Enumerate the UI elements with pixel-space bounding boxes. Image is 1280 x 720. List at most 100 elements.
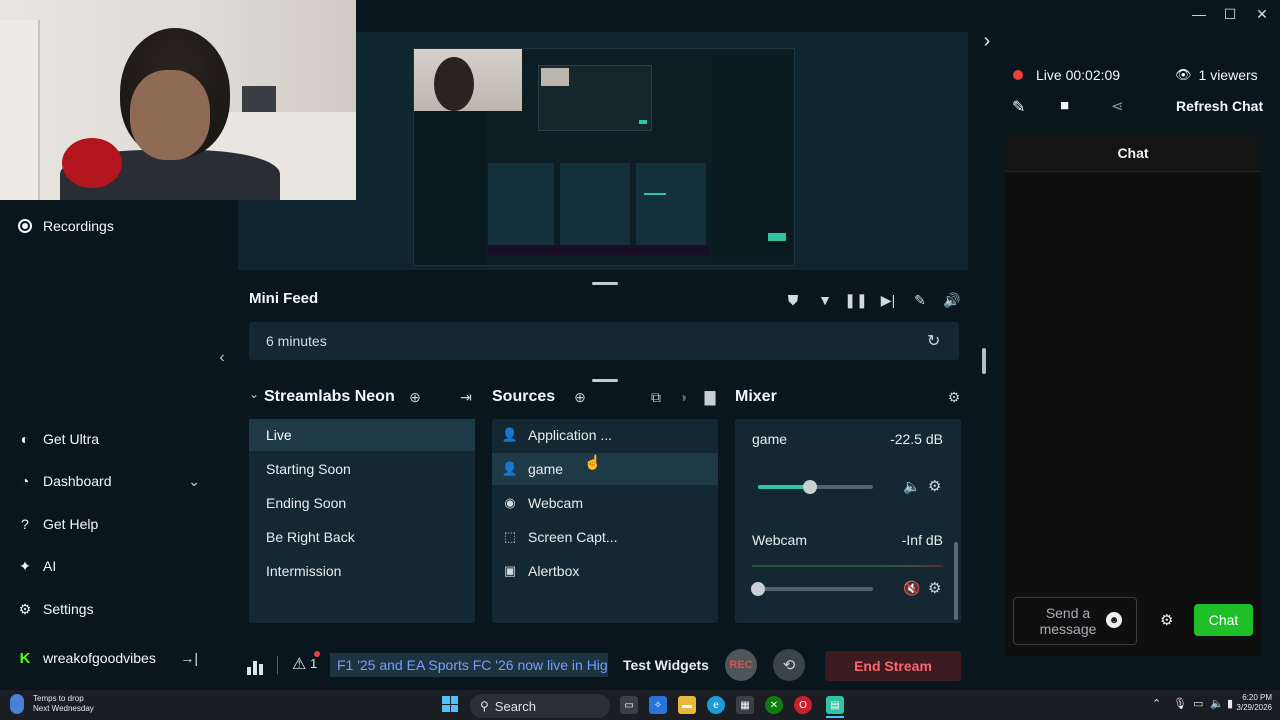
nav-item-ai[interactable]: ✦ AI [16,555,56,577]
opera-icon[interactable]: O [794,696,812,714]
replay-buffer-icon[interactable]: ⟲ [773,649,805,681]
webcam-overlay [0,0,356,200]
source-label: Application ... [528,427,613,443]
stats-icon[interactable] [247,655,265,675]
news-ticker[interactable]: F1 '25 and EA Sports FC '26 now live in … [330,653,608,677]
logout-icon[interactable]: →| [180,650,198,666]
weather-line-2: Next Wednesday [33,704,94,713]
mute-notifications-icon[interactable]: ✎ [910,290,930,310]
source-item-webcam[interactable]: ◉ Webcam [492,487,718,519]
task-view-icon[interactable]: ▭ [620,696,638,714]
edit-stream-info-icon[interactable]: ✎ [1012,97,1025,117]
source-item-screen-capture[interactable]: ⬚ Screen Capt... [492,521,718,553]
clock[interactable]: 6:20 PM 3/29/2026 [1232,693,1272,713]
nav-item-get-ultra[interactable]: ◐ Get Ultra [16,428,99,450]
gear-icon[interactable]: ⚙ [928,579,941,597]
scene-transition-icon[interactable]: ⇥ [456,387,476,407]
replay-icon[interactable]: ↻ [927,331,940,351]
filter-icon[interactable]: ▼ [815,290,835,310]
preview-scenes-panel [488,163,554,247]
nav-item-recordings[interactable]: Recordings [16,215,114,237]
microphone-icon[interactable]: 🎙 [1173,697,1187,710]
shield-icon[interactable]: ⛊ [783,290,803,310]
rec-button[interactable]: REC [725,649,757,681]
collapse-nav-arrow-icon[interactable]: ‹ [214,348,230,368]
nav-item-label: AI [43,558,57,574]
nav-item-dashboard[interactable]: ◔ Dashboard ⌄ [16,470,200,492]
source-item-game[interactable]: 👤 game [492,453,718,485]
edge-icon[interactable]: e [707,696,725,714]
store-icon[interactable]: ▦ [736,696,754,714]
mixer-channel-name: Webcam [752,532,807,548]
group-icon[interactable]: ◑ [673,387,693,407]
pause-icon[interactable]: ❚❚ [844,290,867,310]
scenes-title[interactable]: Streamlabs Neon [264,388,395,406]
mixer-channel-level: -22.5 dB [890,431,943,447]
weather-widget[interactable]: Temps to drop Next Wednesday [33,694,94,714]
minimize-button[interactable]: — [1183,0,1215,28]
scene-item-be-right-back[interactable]: Be Right Back [249,521,475,553]
emoji-icon[interactable]: ☻ [1106,612,1122,628]
weather-icon[interactable] [10,694,24,714]
volume-slider-game[interactable] [758,480,873,494]
volume-slider-webcam[interactable] [751,582,873,596]
source-label: Alertbox [528,563,580,579]
show-hidden-icons-icon[interactable]: ⌃ [1152,697,1161,710]
sources-title: Sources [492,388,556,405]
scene-item-live[interactable]: Live [249,419,475,451]
mini-feed-scrollbar[interactable] [982,348,986,374]
username: wreakofgoodvibes [43,650,156,666]
gear-icon[interactable]: ⚙ [944,387,964,407]
source-item-application[interactable]: 👤 Application ... [492,419,718,451]
alert-count: 1 [310,656,318,671]
refresh-chat-button[interactable]: Refresh Chat [1176,98,1263,114]
alert-icon[interactable]: ⚠ [292,654,306,674]
skip-icon[interactable]: ▶| [878,290,898,310]
nav-item-get-help[interactable]: ? Get Help [16,513,98,535]
file-explorer-icon[interactable]: ▬ [678,696,696,714]
webcam-icon: ◉ [504,495,516,510]
chat-message-input[interactable]: Send a message ☻ [1013,597,1137,645]
camera-icon[interactable]: ■ [1060,97,1069,114]
muted-icon[interactable]: 🔇 [903,580,920,597]
close-button[interactable]: ✕ [1246,0,1278,28]
taskbar-search[interactable]: ⚲ Search [470,694,610,718]
end-stream-button[interactable]: End Stream [825,651,961,681]
mixer-scrollbar[interactable] [954,542,958,620]
gear-icon[interactable]: ⚙ [928,477,941,495]
add-source-icon[interactable]: ⊕ [570,387,590,407]
chat-send-button[interactable]: Chat [1194,604,1253,636]
volume-icon[interactable]: 🔈 [903,478,920,495]
network-icon[interactable]: ▭ [1193,697,1203,710]
mini-feed-title: Mini Feed [249,290,319,307]
chat-settings-gear-icon[interactable]: ⚙ [1160,611,1173,629]
scene-item-ending-soon[interactable]: Ending Soon [249,487,475,519]
speaker-icon[interactable]: 🔈 [1210,697,1224,710]
share-icon[interactable]: ⋖ [1111,97,1124,115]
layer-icon[interactable]: ⧉ [646,387,666,407]
copilot-icon[interactable]: ✧ [649,696,667,714]
folder-icon[interactable]: ▇ [700,387,720,407]
xbox-icon[interactable]: ✕ [765,696,783,714]
source-item-alertbox[interactable]: ▣ Alertbox [492,555,718,587]
scene-item-intermission[interactable]: Intermission [249,555,475,587]
chevron-down-icon[interactable]: ⌄ [188,473,200,490]
clock-date: 3/29/2026 [1236,703,1272,712]
resize-handle[interactable] [592,282,618,285]
scene-item-starting-soon[interactable]: Starting Soon [249,453,475,485]
test-widgets-button[interactable]: Test Widgets [623,657,709,673]
active-app-indicator [826,716,844,718]
preview-chat [712,57,792,257]
chevron-down-icon[interactable]: ⌄ [249,387,259,401]
windows-start-icon[interactable] [442,696,458,712]
add-scene-icon[interactable]: ⊕ [405,387,425,407]
viewer-count-text: 1 viewers [1198,67,1258,83]
nav-item-settings[interactable]: ⚙ Settings [16,598,94,620]
resize-handle[interactable] [592,379,618,382]
user-account[interactable]: K wreakofgoodvibes →| [16,647,198,669]
volume-icon[interactable]: 🔊 [942,290,962,310]
maximize-button[interactable]: ☐ [1214,0,1246,28]
expand-chat-arrow-icon[interactable]: › [978,30,996,52]
streamlabs-icon[interactable]: ▤ [826,696,844,714]
nav-item-label: Get Help [43,516,99,532]
